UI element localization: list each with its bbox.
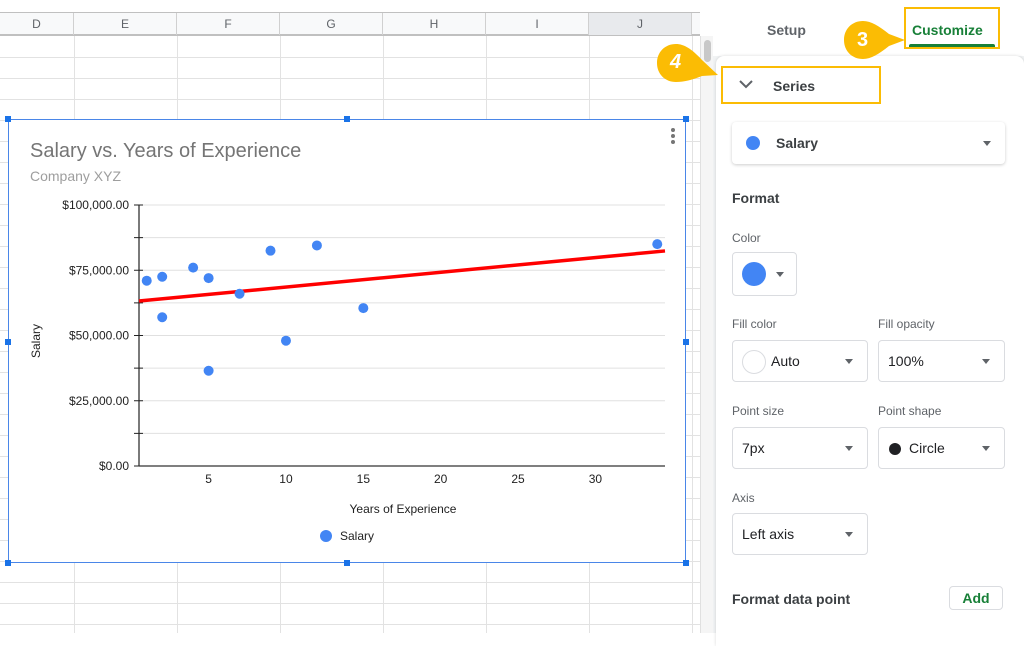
fill-color-label: Fill color — [732, 317, 777, 331]
grid-row-line — [0, 99, 700, 100]
callout-bubble-icon — [657, 44, 718, 82]
dropdown-arrow-icon — [845, 446, 853, 451]
grid-row-line — [0, 57, 700, 58]
data-point — [358, 303, 369, 314]
data-point — [203, 273, 214, 284]
dropdown-arrow-icon — [776, 272, 784, 277]
series-section-label: Series — [773, 78, 816, 94]
dropdown-arrow-icon — [845, 532, 853, 537]
color-label: Color — [732, 231, 761, 245]
data-point — [311, 240, 322, 251]
plot-area: $0.00 $25,000.00 $50,000.00 $75,000.00 $100,… — [29, 198, 666, 543]
fill-color-swatch — [742, 350, 766, 374]
dropdown-arrow-icon — [982, 446, 990, 451]
y-tick-label: $75,000.00 — [69, 263, 129, 277]
circle-shape-icon — [889, 443, 901, 455]
grid-col-line — [692, 36, 693, 633]
callout-bubble-icon — [844, 21, 905, 59]
tab-setup[interactable]: Setup — [767, 22, 806, 38]
y-axis-title: Salary — [29, 324, 43, 358]
data-point — [157, 271, 168, 282]
legend: Salary — [320, 529, 374, 543]
data-point — [652, 239, 663, 250]
dropdown-arrow-icon — [983, 141, 991, 146]
point-size-select[interactable]: 7px — [732, 427, 868, 469]
fill-color-value: Auto — [771, 353, 800, 369]
vertical-scrollbar[interactable] — [700, 36, 713, 633]
data-point — [188, 262, 199, 273]
column-header-i[interactable]: I — [486, 13, 589, 35]
column-header-g[interactable]: G — [280, 13, 383, 35]
callout-number: 4 — [670, 51, 682, 73]
y-tick-label: $50,000.00 — [69, 329, 129, 343]
fill-opacity-value: 100% — [888, 353, 924, 369]
column-header-e[interactable]: E — [74, 13, 177, 35]
column-header-j[interactable]: J — [589, 13, 692, 35]
legend-marker-salary — [320, 530, 332, 542]
data-point — [203, 365, 214, 376]
x-tick-label: 5 — [205, 472, 212, 486]
series-section-header[interactable]: Series — [721, 66, 881, 104]
x-tick-label: 10 — [279, 472, 293, 486]
fill-opacity-select[interactable]: 100% — [878, 340, 1005, 382]
fill-color-select[interactable]: Auto — [732, 340, 868, 382]
color-picker[interactable] — [732, 252, 797, 296]
x-tick-label: 15 — [357, 472, 371, 486]
customize-card: Series Salary Format Color Fill color Au… — [716, 56, 1024, 646]
y-tick-label: $100,000.00 — [62, 198, 129, 212]
chevron-down-icon — [739, 80, 753, 89]
point-shape-value: Circle — [909, 440, 945, 456]
legend-label-salary: Salary — [340, 529, 374, 543]
data-point — [280, 335, 291, 346]
grid-row-line — [0, 624, 700, 625]
y-tick-label: $0.00 — [99, 459, 129, 473]
column-header-f[interactable]: F — [177, 13, 280, 35]
data-point — [141, 275, 152, 286]
dropdown-arrow-icon — [845, 359, 853, 364]
format-data-point-heading: Format data point — [732, 591, 851, 607]
column-header-h[interactable]: H — [383, 13, 486, 35]
chart-editor-panel: Setup Customize Series Salary Format Col… — [713, 0, 1024, 646]
y-tick-label: $25,000.00 — [69, 394, 129, 408]
series-select[interactable]: Salary — [732, 122, 1005, 164]
point-size-value: 7px — [742, 440, 765, 456]
grid-row-line — [0, 603, 700, 604]
point-shape-label: Point shape — [878, 404, 942, 418]
data-point — [234, 288, 245, 299]
trendline — [138, 249, 666, 303]
fill-opacity-label: Fill opacity — [878, 317, 935, 331]
point-shape-select[interactable]: Circle — [878, 427, 1005, 469]
axis-select[interactable]: Left axis — [732, 513, 868, 555]
point-size-label: Point size — [732, 404, 785, 418]
toolbar-strip — [0, 0, 713, 12]
customize-highlight-box — [904, 7, 1000, 49]
x-axis-title: Years of Experience — [350, 502, 457, 516]
column-header-d[interactable]: D — [0, 13, 74, 35]
scatter-chart[interactable]: Salary vs. Years of Experience Company X… — [5, 116, 689, 566]
color-swatch — [742, 262, 766, 286]
x-tick-label: 25 — [511, 472, 525, 486]
format-heading: Format — [732, 190, 780, 206]
column-headers: D E F G H I J — [0, 12, 700, 36]
data-point — [157, 312, 168, 323]
spreadsheet-grid[interactable]: D E F G H I J Salary vs. Years of Experi… — [0, 0, 713, 633]
series-select-value: Salary — [776, 135, 819, 151]
add-data-point-button[interactable]: Add — [949, 586, 1003, 610]
callout-number: 3 — [857, 29, 869, 51]
axis-label: Axis — [732, 491, 755, 505]
x-tick-label: 20 — [434, 472, 448, 486]
grid-row-line — [0, 78, 700, 79]
dropdown-arrow-icon — [982, 359, 990, 364]
callout-step-3: 3 — [843, 20, 907, 60]
grid-row-line — [0, 582, 700, 583]
callout-step-4: 4 — [656, 43, 720, 83]
x-tick-label: 30 — [589, 472, 603, 486]
data-point — [265, 245, 276, 256]
series-color-dot — [746, 136, 760, 150]
axis-value: Left axis — [742, 526, 795, 542]
